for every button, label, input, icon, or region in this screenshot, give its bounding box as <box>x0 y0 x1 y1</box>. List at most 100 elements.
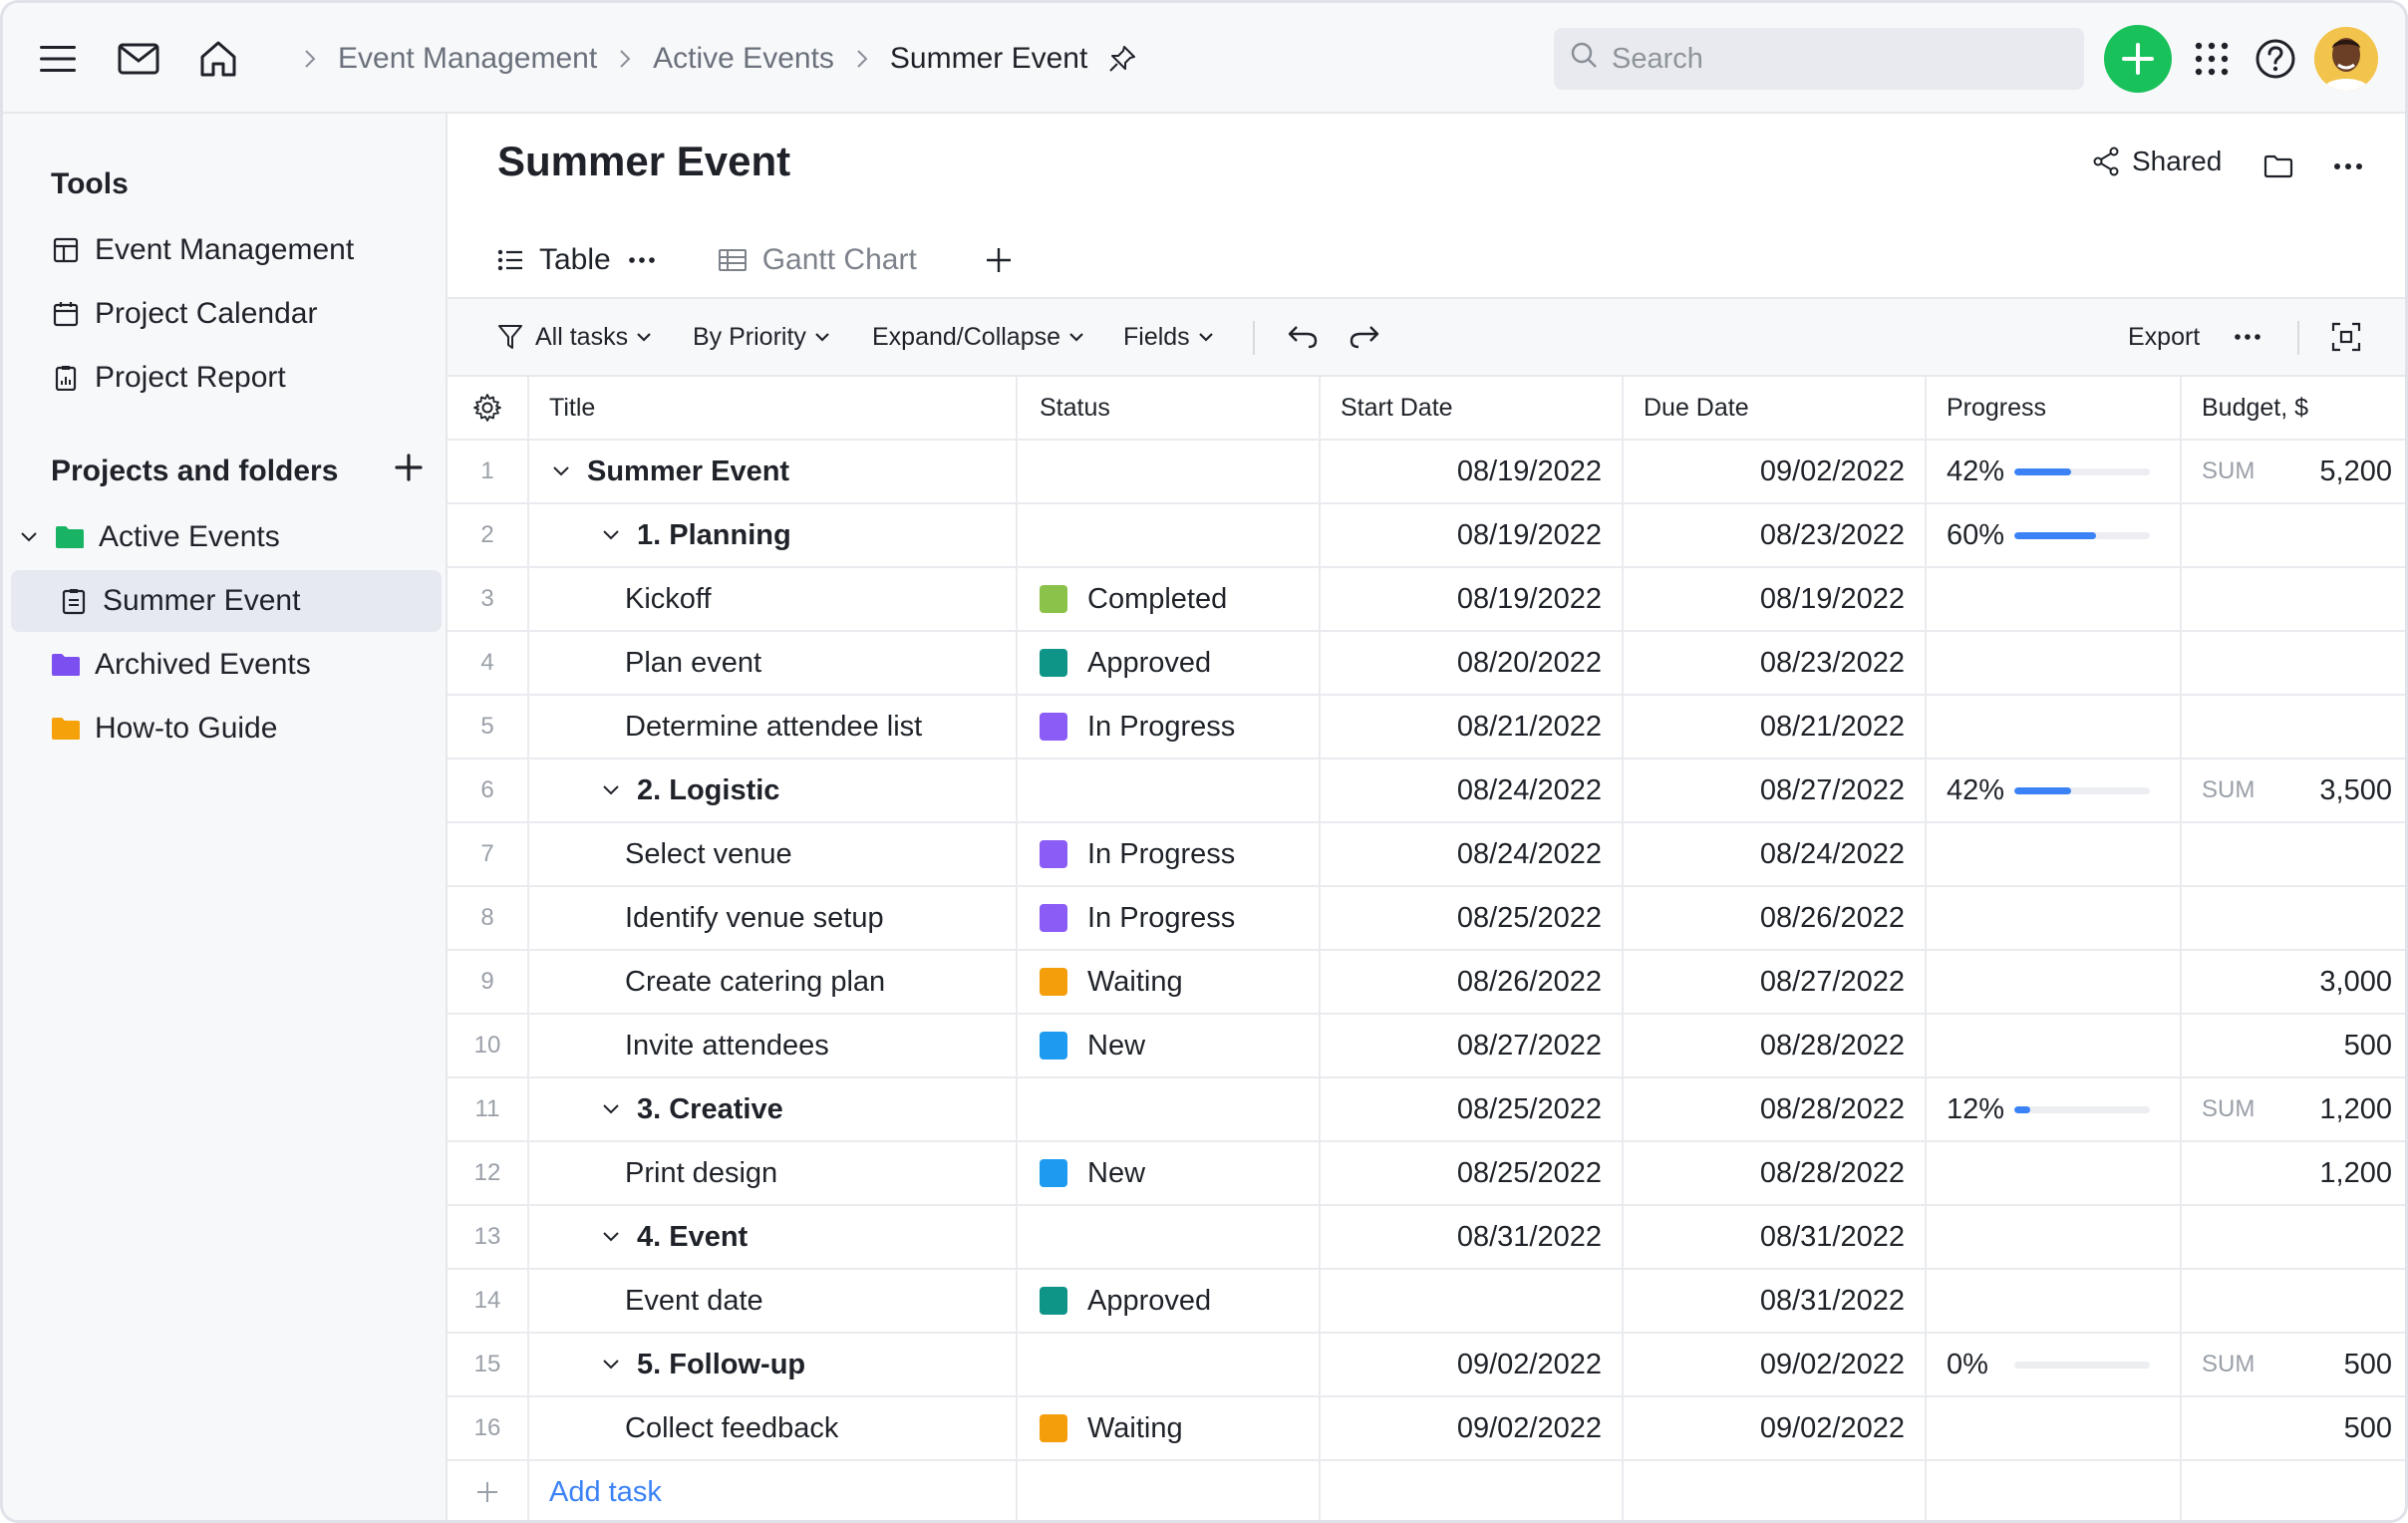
more-options-icon[interactable] <box>2331 153 2365 179</box>
pin-icon[interactable] <box>1107 44 1137 74</box>
start-date-cell[interactable]: 08/25/2022 <box>1321 887 1624 949</box>
add-view-plus-icon[interactable] <box>985 223 1013 297</box>
status-cell[interactable]: In Progress <box>1018 823 1321 885</box>
add-task-plus-icon[interactable] <box>448 1461 529 1520</box>
status-cell[interactable]: In Progress <box>1018 696 1321 758</box>
chevron-down-icon[interactable] <box>593 517 629 553</box>
due-date-cell[interactable]: 08/28/2022 <box>1624 1015 1927 1076</box>
chevron-down-icon[interactable] <box>593 1091 629 1127</box>
budget-cell[interactable]: SUM 3,500 <box>2182 760 2405 821</box>
column-settings-gear-icon[interactable] <box>448 377 529 439</box>
chevron-down-icon[interactable] <box>593 1347 629 1382</box>
title-cell[interactable]: Invite attendees <box>529 1015 1018 1076</box>
status-cell[interactable] <box>1018 441 1321 502</box>
apps-grid-icon[interactable] <box>2192 39 2232 79</box>
status-cell[interactable]: New <box>1018 1015 1321 1076</box>
due-date-cell[interactable]: 08/31/2022 <box>1624 1270 1927 1332</box>
title-cell[interactable]: Kickoff <box>529 568 1018 630</box>
sidebar-folder-active-events[interactable]: Active Events <box>11 506 442 568</box>
due-date-cell[interactable]: 09/02/2022 <box>1624 441 1927 502</box>
progress-cell[interactable]: 42% <box>1927 441 2182 502</box>
table-group-row[interactable]: 11 3. Creative 08/25/2022 08/28/2022 12% SUM 1… <box>448 1078 2405 1142</box>
progress-cell[interactable]: 0% <box>1927 1334 2182 1395</box>
sidebar-item-project-calendar[interactable]: Project Calendar <box>11 283 442 345</box>
sidebar-item-summer-event[interactable]: Summer Event <box>11 570 442 632</box>
chevron-down-icon[interactable] <box>593 772 629 808</box>
title-cell[interactable]: Create catering plan <box>529 951 1018 1013</box>
title-cell[interactable]: Summer Event <box>529 441 1018 502</box>
sidebar-item-project-report[interactable]: Project Report <box>11 347 442 409</box>
add-new-button[interactable] <box>2104 25 2172 93</box>
table-group-row[interactable]: 15 5. Follow-up 09/02/2022 09/02/2022 0% SUM 5… <box>448 1334 2405 1397</box>
title-cell[interactable]: 4. Event <box>529 1206 1018 1268</box>
title-cell[interactable]: 3. Creative <box>529 1078 1018 1140</box>
status-cell[interactable] <box>1018 1078 1321 1140</box>
column-header-progress[interactable]: Progress <box>1927 377 2182 439</box>
due-date-cell[interactable]: 08/27/2022 <box>1624 760 1927 821</box>
due-date-cell[interactable]: 08/23/2022 <box>1624 504 1927 566</box>
table-group-row[interactable]: 1 Summer Event 08/19/2022 09/02/2022 42% SUM 5… <box>448 441 2405 504</box>
due-date-cell[interactable]: 08/31/2022 <box>1624 1206 1927 1268</box>
budget-cell[interactable] <box>2182 1206 2405 1268</box>
help-icon[interactable] <box>2254 37 2297 81</box>
budget-cell[interactable] <box>2182 1270 2405 1332</box>
status-cell[interactable] <box>1018 504 1321 566</box>
column-header-title[interactable]: Title <box>529 377 1018 439</box>
status-cell[interactable]: Approved <box>1018 1270 1321 1332</box>
progress-cell[interactable]: 60% <box>1927 504 2182 566</box>
table-group-row[interactable]: 2 1. Planning 08/19/2022 08/23/2022 60% <box>448 504 2405 568</box>
progress-cell[interactable] <box>1927 951 2182 1013</box>
budget-cell[interactable] <box>2182 887 2405 949</box>
table-row[interactable]: 14 Event date Approved 08/31/2022 <box>448 1270 2405 1334</box>
budget-cell[interactable] <box>2182 696 2405 758</box>
add-task-cell[interactable]: Add task <box>529 1461 1018 1520</box>
chevron-down-icon[interactable] <box>593 1219 629 1255</box>
title-cell[interactable]: 2. Logistic <box>529 760 1018 821</box>
progress-cell[interactable]: 12% <box>1927 1078 2182 1140</box>
progress-cell[interactable] <box>1927 823 2182 885</box>
table-group-row[interactable]: 6 2. Logistic 08/24/2022 08/27/2022 42% SUM 3,… <box>448 760 2405 823</box>
add-task-row[interactable]: Add task <box>448 1461 2405 1520</box>
export-button[interactable]: Export <box>2128 299 2200 375</box>
status-cell[interactable] <box>1018 1206 1321 1268</box>
search-input[interactable] <box>1612 42 2050 76</box>
start-date-cell[interactable]: 08/25/2022 <box>1321 1078 1624 1140</box>
due-date-cell[interactable]: 08/28/2022 <box>1624 1142 1927 1204</box>
start-date-cell[interactable]: 08/25/2022 <box>1321 1142 1624 1204</box>
start-date-cell[interactable]: 08/31/2022 <box>1321 1206 1624 1268</box>
add-folder-plus-icon[interactable] <box>394 453 424 487</box>
due-date-cell[interactable]: 08/24/2022 <box>1624 823 1927 885</box>
hamburger-menu-icon[interactable] <box>37 39 79 79</box>
chevron-down-icon[interactable] <box>543 454 579 489</box>
budget-cell[interactable] <box>2182 504 2405 566</box>
tab-gantt-chart[interactable]: Gantt Chart <box>718 223 917 297</box>
expand-collapse-dropdown[interactable]: Expand/Collapse <box>872 299 1084 375</box>
start-date-cell[interactable]: 08/19/2022 <box>1321 504 1624 566</box>
status-cell[interactable]: New <box>1018 1142 1321 1204</box>
column-header-due-date[interactable]: Due Date <box>1624 377 1927 439</box>
undo-icon[interactable] <box>1287 299 1319 375</box>
progress-cell[interactable] <box>1927 568 2182 630</box>
status-cell[interactable] <box>1018 760 1321 821</box>
title-cell[interactable]: Print design <box>529 1142 1018 1204</box>
due-date-cell[interactable]: 09/02/2022 <box>1624 1397 1927 1459</box>
budget-cell[interactable]: SUM 5,200 <box>2182 441 2405 502</box>
table-row[interactable]: 5 Determine attendee list In Progress 08/21… <box>448 696 2405 760</box>
sidebar-folder-how-to-guide[interactable]: How-to Guide <box>11 698 442 760</box>
budget-cell[interactable]: SUM 500 <box>2182 1334 2405 1395</box>
due-date-cell[interactable]: 08/21/2022 <box>1624 696 1927 758</box>
status-cell[interactable]: Waiting <box>1018 951 1321 1013</box>
tab-more-icon[interactable] <box>628 256 655 264</box>
start-date-cell[interactable] <box>1321 1270 1624 1332</box>
table-row[interactable]: 10 Invite attendees New 08/27/2022 08/28/202… <box>448 1015 2405 1078</box>
home-icon[interactable] <box>196 37 240 81</box>
redo-icon[interactable] <box>1349 299 1380 375</box>
title-cell[interactable]: 5. Follow-up <box>529 1334 1018 1395</box>
due-date-cell[interactable]: 08/19/2022 <box>1624 568 1927 630</box>
column-header-budget[interactable]: Budget, $ <box>2182 377 2405 439</box>
progress-cell[interactable] <box>1927 632 2182 694</box>
due-date-cell[interactable]: 08/23/2022 <box>1624 632 1927 694</box>
fields-dropdown[interactable]: Fields <box>1123 299 1214 375</box>
progress-cell[interactable] <box>1927 696 2182 758</box>
start-date-cell[interactable]: 08/21/2022 <box>1321 696 1624 758</box>
